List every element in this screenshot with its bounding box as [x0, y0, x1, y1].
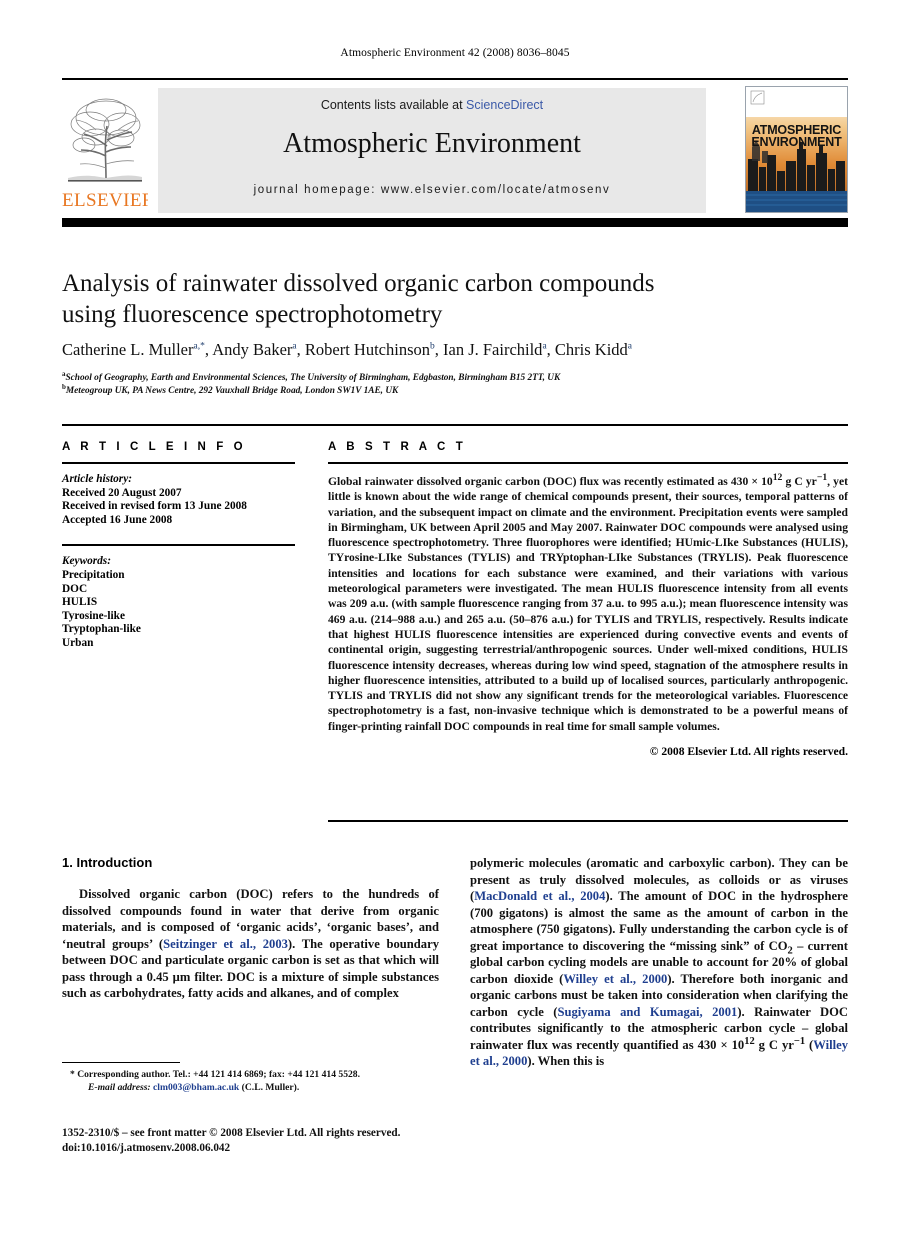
abstract-part-3: , yet little is known about the wide ran… — [328, 475, 848, 733]
author-name: Robert Hutchinson — [304, 340, 430, 359]
imprint-block: 1352-2310/$ – see front matter © 2008 El… — [62, 1126, 482, 1155]
corresponding-author-footnote: * Corresponding author. Tel.: +44 121 41… — [62, 1068, 439, 1094]
article-info-heading: A R T I C L E I N F O — [62, 441, 247, 453]
email-owner: (C.L. Muller). — [241, 1082, 300, 1093]
article-title: Analysis of rainwater dissolved organic … — [62, 268, 762, 330]
article-title-line2: using fluorescence spectrophotometry — [62, 301, 443, 328]
elsevier-logo: ELSEVIER — [62, 86, 148, 215]
email-link[interactable]: clm003@bham.ac.uk — [153, 1082, 239, 1093]
masthead-top-rule — [62, 78, 848, 80]
keywords-label: Keywords: — [62, 555, 111, 568]
running-head: Atmospheric Environment 42 (2008) 8036–8… — [340, 47, 570, 59]
article-history-label: Article history: — [62, 473, 132, 485]
masthead-bottom-bar — [62, 218, 848, 227]
abstract-exponent-2: −1 — [816, 472, 828, 484]
imprint-issn-line: 1352-2310/$ – see front matter © 2008 El… — [62, 1127, 401, 1139]
intro-paragraph-left: Dissolved organic carbon (DOC) refers to… — [62, 886, 439, 1002]
footnote-separator-rule — [62, 1062, 180, 1063]
author-name: Catherine L. Muller — [62, 340, 194, 359]
flux-exponent-1: 12 — [744, 1035, 755, 1047]
abstract-exponent-1: 12 — [772, 472, 783, 484]
author-list: Catherine L. Mullera,*, Andy Bakera, Rob… — [62, 340, 633, 359]
citation-macdonald[interactable]: MacDonald et al., 2004 — [474, 889, 605, 903]
imprint-doi-line[interactable]: doi:10.1016/j.atmosenv.2008.06.042 — [62, 1141, 482, 1156]
keyword-item: Tyrosine-like — [62, 609, 125, 622]
affiliations: aSchool of Geography, Earth and Environm… — [62, 370, 852, 398]
affiliation-a: aSchool of Geography, Earth and Environm… — [62, 370, 852, 385]
section-title-introduction: 1. Introduction — [62, 855, 153, 870]
elsevier-wordmark: ELSEVIER — [62, 190, 148, 211]
title-block-rule — [62, 424, 848, 426]
article-info-rule — [62, 462, 295, 464]
history-item: Received in revised form 13 June 2008 — [62, 500, 247, 513]
email-label: E-mail address: — [88, 1082, 151, 1093]
citation-willey-2000-a[interactable]: Willey et al., 2000 — [563, 972, 667, 986]
abstract-rule — [328, 462, 848, 464]
intro-paragraph-right: polymeric molecules (aromatic and carbox… — [470, 855, 848, 1070]
paper-page: Atmospheric Environment 42 (2008) 8036–8… — [0, 0, 907, 1238]
keyword-item: Tryptophan-like — [62, 623, 141, 636]
author-name: Chris Kidd — [554, 340, 628, 359]
affiliation-text: School of Geography, Earth and Environme… — [65, 373, 561, 383]
journal-band: Contents lists available at ScienceDirec… — [158, 88, 706, 213]
contents-prefix: Contents lists available at — [320, 98, 467, 112]
abstract-copyright: © 2008 Elsevier Ltd. All rights reserved… — [649, 745, 848, 759]
citation-seitzinger[interactable]: Seitzinger et al., 2003 — [163, 937, 288, 951]
author-name: Ian J. Fairchild — [443, 340, 543, 359]
history-item: Accepted 16 June 2008 — [62, 513, 173, 526]
journal-cover-thumbnail[interactable]: ATMOSPHERIC ENVIRONMENT — [745, 86, 848, 213]
svg-text:ENVIRONMENT: ENVIRONMENT — [751, 135, 842, 149]
abstract-part-1: Global rainwater dissolved organic carbo… — [328, 475, 773, 488]
journal-title: Atmospheric Environment — [283, 128, 581, 159]
abstract-part-2: g C yr — [782, 475, 817, 488]
article-history: Article history: Received 20 August 2007… — [62, 473, 295, 527]
keyword-item: Urban — [62, 636, 94, 649]
corresponding-line: * Corresponding author. Tel.: +44 121 41… — [62, 1068, 439, 1081]
abstract-column: A B S T R A C T Global rainwater dissolv… — [328, 441, 848, 758]
flux-exponent-2: −1 — [793, 1035, 806, 1047]
abstract-heading: A B S T R A C T — [328, 441, 467, 453]
author-affil-marker: b — [430, 341, 435, 352]
corresponding-star: * — [70, 1069, 75, 1080]
keyword-item: DOC — [62, 582, 88, 595]
sciencedirect-link[interactable]: ScienceDirect — [466, 98, 543, 112]
affiliation-text: Meteogroup UK, PA News Centre, 292 Vauxh… — [65, 385, 399, 396]
article-info-column: A R T I C L E I N F O Article history: R… — [62, 441, 295, 651]
body-column-left: 1. Introduction Dissolved organic carbon… — [62, 855, 439, 1002]
corresponding-marker[interactable]: * — [200, 342, 205, 352]
contents-available-line: Contents lists available at ScienceDirec… — [158, 98, 706, 112]
intro-text-10: ). When this is — [527, 1054, 605, 1068]
corresponding-text: Corresponding author. Tel.: +44 121 414 … — [77, 1069, 360, 1080]
abstract-text: Global rainwater dissolved organic carbo… — [328, 472, 848, 734]
journal-homepage[interactable]: journal homepage: www.elsevier.com/locat… — [158, 184, 706, 196]
author-affil-marker: a — [542, 341, 547, 352]
keywords-rule — [62, 544, 295, 547]
author-name: Andy Baker — [212, 340, 293, 359]
affiliation-b: bMeteogroup UK, PA News Centre, 292 Vaux… — [62, 383, 852, 398]
email-line: E-mail address: clm003@bham.ac.uk (C.L. … — [62, 1081, 439, 1094]
keyword-item: HULIS — [62, 596, 98, 609]
citation-sugiyama[interactable]: Sugiyama and Kumagai, 2001 — [557, 1005, 737, 1019]
author-affil-marker: a — [627, 341, 633, 352]
body-column-right: polymeric molecules (aromatic and carbox… — [470, 855, 848, 1070]
elsevier-tree-icon — [66, 90, 144, 188]
author-affil-marker: a — [292, 341, 297, 352]
keyword-item: Precipitation — [62, 568, 125, 581]
abstract-bottom-rule — [328, 820, 848, 822]
article-title-line1: Analysis of rainwater dissolved organic … — [62, 270, 655, 297]
intro-text-8: g C yr — [754, 1037, 794, 1052]
history-item: Received 20 August 2007 — [62, 486, 182, 499]
keywords-block: Keywords: Precipitation DOC HULIS Tyrosi… — [62, 555, 295, 650]
journal-masthead: ELSEVIER Contents lists available at Sci… — [62, 86, 848, 215]
